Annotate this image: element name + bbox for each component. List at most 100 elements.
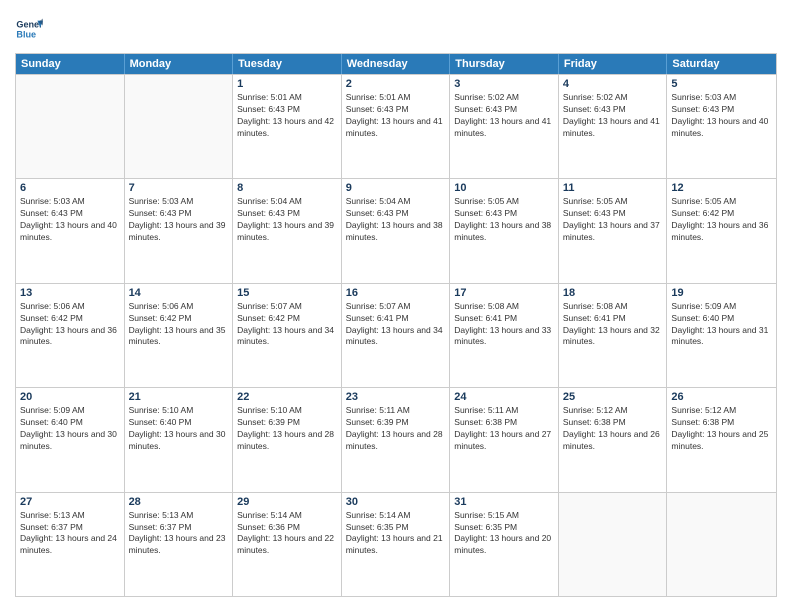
day-number: 31 [454, 496, 554, 508]
cell-info: Sunrise: 5:05 AM Sunset: 6:43 PM Dayligh… [563, 196, 663, 244]
day-cell-2: 2Sunrise: 5:01 AM Sunset: 6:43 PM Daylig… [342, 75, 451, 178]
weekday-header-monday: Monday [125, 54, 234, 74]
day-cell-1: 1Sunrise: 5:01 AM Sunset: 6:43 PM Daylig… [233, 75, 342, 178]
day-cell-20: 20 Sunrise: 5:09 AM Sunset: 6:40 PM Dayli… [16, 388, 125, 491]
weekday-header-friday: Friday [559, 54, 668, 74]
day-cell-25: 25 Sunrise: 5:12 AM Sunset: 6:38 PM Dayli… [559, 388, 668, 491]
weekday-header-thursday: Thursday [450, 54, 559, 74]
weekday-header-saturday: Saturday [667, 54, 776, 74]
day-number: 12 [671, 182, 772, 194]
day-cell-7: 7 Sunrise: 5:03 AM Sunset: 6:43 PM Daylig… [125, 179, 234, 282]
day-number: 15 [237, 287, 337, 299]
day-number: 20 [20, 391, 120, 403]
day-number: 19 [671, 287, 772, 299]
day-number: 21 [129, 391, 229, 403]
day-cell-26: 26 Sunrise: 5:12 AM Sunset: 6:38 PM Dayli… [667, 388, 776, 491]
day-number: 10 [454, 182, 554, 194]
weekday-header-tuesday: Tuesday [233, 54, 342, 74]
calendar-row-4: 27 Sunrise: 5:13 AM Sunset: 6:37 PM Dayli… [16, 492, 776, 596]
day-number: 9 [346, 182, 446, 194]
day-number: 5 [671, 78, 772, 90]
weekday-header-sunday: Sunday [16, 54, 125, 74]
day-number: 2 [346, 78, 446, 90]
cell-info: Sunrise: 5:09 AM Sunset: 6:40 PM Dayligh… [20, 405, 120, 453]
cell-info: Sunrise: 5:15 AM Sunset: 6:35 PM Dayligh… [454, 510, 554, 558]
cell-info: Sunrise: 5:02 AM Sunset: 6:43 PM Dayligh… [563, 92, 663, 140]
cell-info: Sunrise: 5:07 AM Sunset: 6:42 PM Dayligh… [237, 301, 337, 349]
day-number: 28 [129, 496, 229, 508]
day-cell-10: 10 Sunrise: 5:05 AM Sunset: 6:43 PM Dayli… [450, 179, 559, 282]
day-number: 24 [454, 391, 554, 403]
day-cell-4: 4Sunrise: 5:02 AM Sunset: 6:43 PM Daylig… [559, 75, 668, 178]
day-number: 17 [454, 287, 554, 299]
day-cell-23: 23 Sunrise: 5:11 AM Sunset: 6:39 PM Dayli… [342, 388, 451, 491]
cell-info: Sunrise: 5:13 AM Sunset: 6:37 PM Dayligh… [129, 510, 229, 558]
day-number: 26 [671, 391, 772, 403]
day-number: 7 [129, 182, 229, 194]
day-cell-18: 18 Sunrise: 5:08 AM Sunset: 6:41 PM Dayli… [559, 284, 668, 387]
empty-cell [125, 75, 234, 178]
day-cell-11: 11 Sunrise: 5:05 AM Sunset: 6:43 PM Dayli… [559, 179, 668, 282]
calendar-row-0: 1Sunrise: 5:01 AM Sunset: 6:43 PM Daylig… [16, 74, 776, 178]
day-number: 16 [346, 287, 446, 299]
cell-info: Sunrise: 5:03 AM Sunset: 6:43 PM Dayligh… [129, 196, 229, 244]
day-cell-24: 24 Sunrise: 5:11 AM Sunset: 6:38 PM Dayli… [450, 388, 559, 491]
day-cell-31: 31 Sunrise: 5:15 AM Sunset: 6:35 PM Dayli… [450, 493, 559, 596]
cell-info: Sunrise: 5:05 AM Sunset: 6:43 PM Dayligh… [454, 196, 554, 244]
cell-info: Sunrise: 5:08 AM Sunset: 6:41 PM Dayligh… [454, 301, 554, 349]
calendar-row-2: 13 Sunrise: 5:06 AM Sunset: 6:42 PM Dayli… [16, 283, 776, 387]
cell-info: Sunrise: 5:04 AM Sunset: 6:43 PM Dayligh… [346, 196, 446, 244]
day-cell-17: 17 Sunrise: 5:08 AM Sunset: 6:41 PM Dayli… [450, 284, 559, 387]
cell-info: Sunrise: 5:14 AM Sunset: 6:36 PM Dayligh… [237, 510, 337, 558]
day-number: 14 [129, 287, 229, 299]
cell-info: Sunrise: 5:04 AM Sunset: 6:43 PM Dayligh… [237, 196, 337, 244]
cell-info: Sunrise: 5:10 AM Sunset: 6:40 PM Dayligh… [129, 405, 229, 453]
cell-info: Sunrise: 5:13 AM Sunset: 6:37 PM Dayligh… [20, 510, 120, 558]
day-cell-3: 3Sunrise: 5:02 AM Sunset: 6:43 PM Daylig… [450, 75, 559, 178]
cell-info: Sunrise: 5:09 AM Sunset: 6:40 PM Dayligh… [671, 301, 772, 349]
logo: General Blue [15, 15, 43, 43]
day-number: 13 [20, 287, 120, 299]
cell-info: Sunrise: 5:12 AM Sunset: 6:38 PM Dayligh… [563, 405, 663, 453]
day-cell-29: 29Sunrise: 5:14 AM Sunset: 6:36 PM Dayli… [233, 493, 342, 596]
day-cell-13: 13 Sunrise: 5:06 AM Sunset: 6:42 PM Dayli… [16, 284, 125, 387]
day-cell-8: 8 Sunrise: 5:04 AM Sunset: 6:43 PM Daylig… [233, 179, 342, 282]
cell-info: Sunrise: 5:12 AM Sunset: 6:38 PM Dayligh… [671, 405, 772, 453]
day-cell-16: 16 Sunrise: 5:07 AM Sunset: 6:41 PM Dayli… [342, 284, 451, 387]
cell-info: Sunrise: 5:10 AM Sunset: 6:39 PM Dayligh… [237, 405, 337, 453]
day-cell-9: 9 Sunrise: 5:04 AM Sunset: 6:43 PM Daylig… [342, 179, 451, 282]
day-number: 25 [563, 391, 663, 403]
page: General Blue SundayMondayTuesdayWednesda… [0, 0, 792, 612]
day-cell-6: 6 Sunrise: 5:03 AM Sunset: 6:43 PM Daylig… [16, 179, 125, 282]
day-cell-30: 30 Sunrise: 5:14 AM Sunset: 6:35 PM Dayli… [342, 493, 451, 596]
cell-info: Sunrise: 5:06 AM Sunset: 6:42 PM Dayligh… [129, 301, 229, 349]
day-cell-5: 5Sunrise: 5:03 AM Sunset: 6:43 PM Daylig… [667, 75, 776, 178]
calendar-body: 1Sunrise: 5:01 AM Sunset: 6:43 PM Daylig… [16, 74, 776, 596]
day-number: 8 [237, 182, 337, 194]
day-cell-14: 14 Sunrise: 5:06 AM Sunset: 6:42 PM Dayli… [125, 284, 234, 387]
cell-info: Sunrise: 5:03 AM Sunset: 6:43 PM Dayligh… [20, 196, 120, 244]
cell-info: Sunrise: 5:01 AM Sunset: 6:43 PM Dayligh… [237, 92, 337, 140]
cell-info: Sunrise: 5:07 AM Sunset: 6:41 PM Dayligh… [346, 301, 446, 349]
day-number: 30 [346, 496, 446, 508]
cell-info: Sunrise: 5:02 AM Sunset: 6:43 PM Dayligh… [454, 92, 554, 140]
svg-text:Blue: Blue [16, 29, 36, 39]
day-number: 27 [20, 496, 120, 508]
cell-info: Sunrise: 5:11 AM Sunset: 6:39 PM Dayligh… [346, 405, 446, 453]
cell-info: Sunrise: 5:14 AM Sunset: 6:35 PM Dayligh… [346, 510, 446, 558]
day-number: 11 [563, 182, 663, 194]
calendar: SundayMondayTuesdayWednesdayThursdayFrid… [15, 53, 777, 597]
day-number: 18 [563, 287, 663, 299]
empty-cell [667, 493, 776, 596]
calendar-row-3: 20 Sunrise: 5:09 AM Sunset: 6:40 PM Dayli… [16, 387, 776, 491]
day-number: 23 [346, 391, 446, 403]
day-cell-22: 22Sunrise: 5:10 AM Sunset: 6:39 PM Dayli… [233, 388, 342, 491]
empty-cell [16, 75, 125, 178]
day-number: 6 [20, 182, 120, 194]
cell-info: Sunrise: 5:11 AM Sunset: 6:38 PM Dayligh… [454, 405, 554, 453]
day-cell-21: 21 Sunrise: 5:10 AM Sunset: 6:40 PM Dayli… [125, 388, 234, 491]
cell-info: Sunrise: 5:06 AM Sunset: 6:42 PM Dayligh… [20, 301, 120, 349]
cell-info: Sunrise: 5:08 AM Sunset: 6:41 PM Dayligh… [563, 301, 663, 349]
day-cell-19: 19 Sunrise: 5:09 AM Sunset: 6:40 PM Dayli… [667, 284, 776, 387]
calendar-header-row: SundayMondayTuesdayWednesdayThursdayFrid… [16, 54, 776, 74]
